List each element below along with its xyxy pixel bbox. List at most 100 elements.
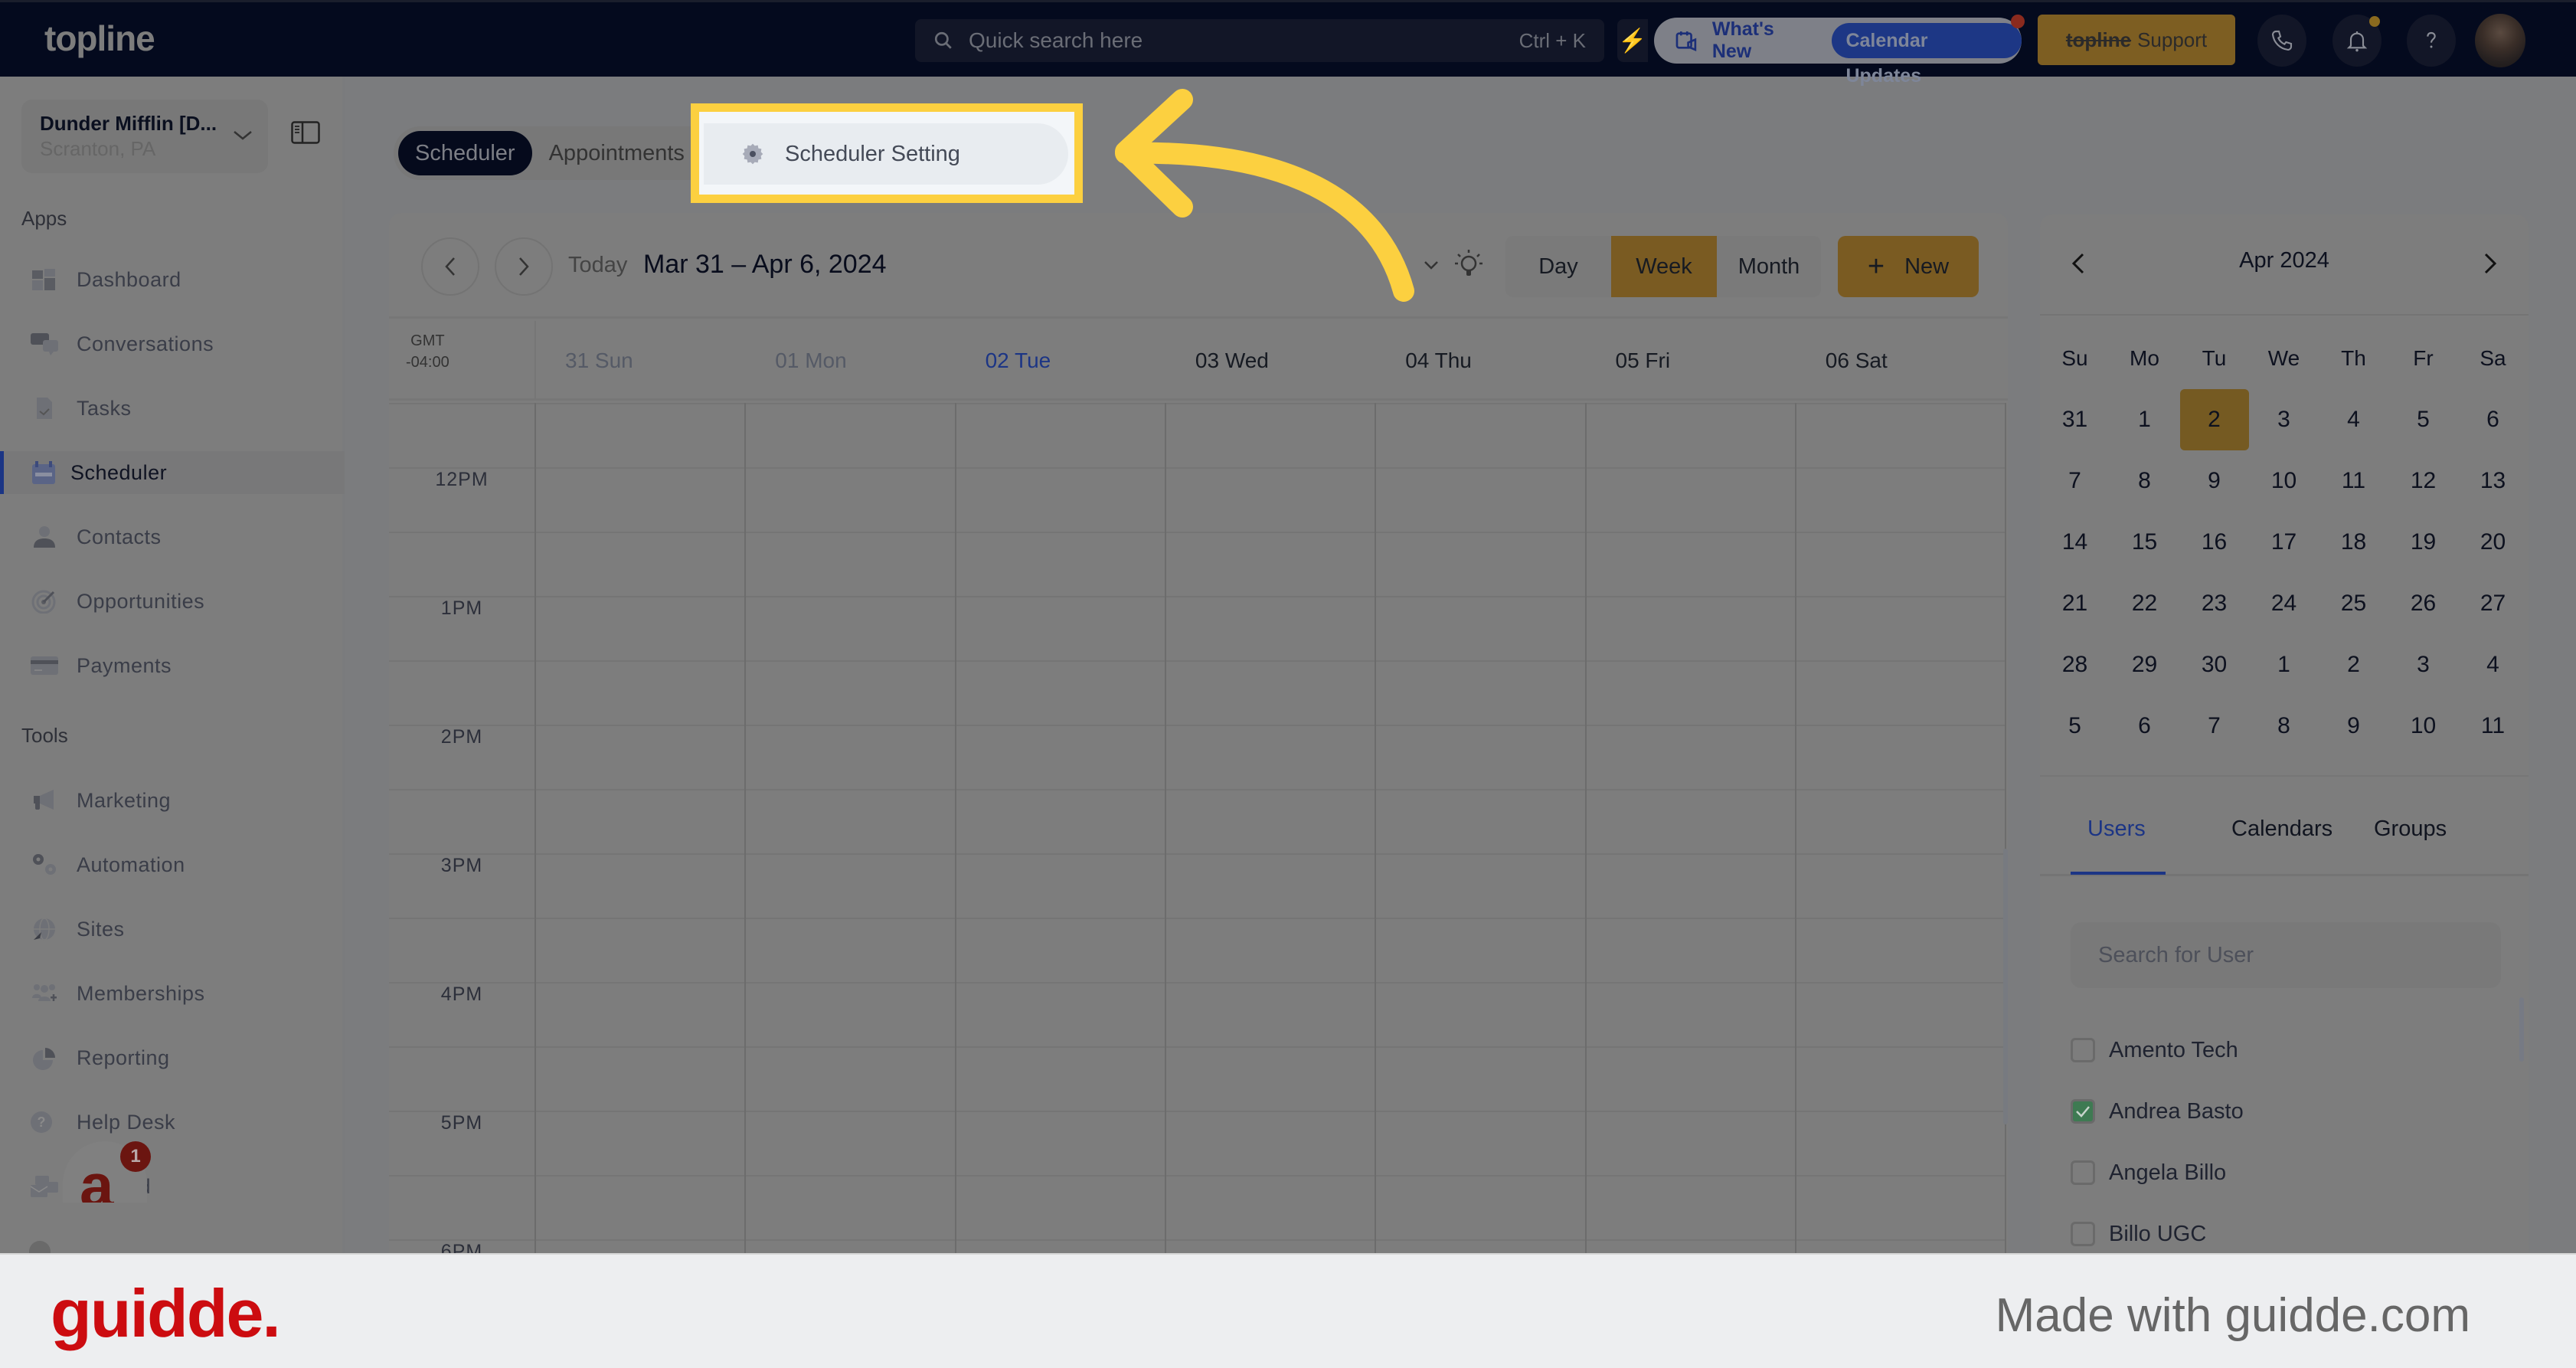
prev-week-button[interactable] [421,237,479,296]
date-cell[interactable]: 25 [2319,573,2388,634]
date-cell[interactable]: 13 [2458,450,2528,512]
date-cell[interactable]: 28 [2040,634,2110,695]
date-cell[interactable]: 8 [2110,450,2179,512]
chevron-down-icon[interactable] [1423,259,1440,271]
date-cell[interactable]: 6 [2458,389,2528,450]
date-cell[interactable]: 4 [2319,389,2388,450]
date-cell[interactable]: 23 [2179,573,2249,634]
sidebar-item-help-desk[interactable]: ? Help Desk [0,1101,345,1144]
chevron-right-icon[interactable] [2481,251,2499,276]
calendar-updates-pill[interactable]: Calendar Updates [1832,23,2022,87]
guidde-logo[interactable]: guidde. [51,1275,281,1353]
today-button[interactable]: Today [568,253,627,278]
date-cell[interactable]: 8 [2249,695,2319,757]
week-grid[interactable]: 12PM 1PM 2PM 3PM 4PM 5PM 6PM [389,403,2008,1255]
view-week-button[interactable]: Week [1611,236,1717,297]
date-cell[interactable]: 5 [2040,695,2110,757]
date-cell[interactable]: 10 [2249,450,2319,512]
user-checkbox[interactable] [2071,1038,2095,1062]
date-cell[interactable]: 11 [2319,450,2388,512]
user-list-item[interactable]: Andrea Basto [2071,1096,2244,1127]
support-button[interactable]: topline Support [2038,15,2235,65]
sidebar-item-marketing[interactable]: Marketing [0,779,345,822]
lightbulb-icon[interactable] [1453,248,1484,282]
sidebar-item-tasks[interactable]: Tasks [0,387,345,430]
day-header-6[interactable]: 06 Sat [1826,349,1888,373]
day-header-1[interactable]: 01 Mon [775,349,846,373]
user-search-input[interactable]: Search for User [2071,922,2501,988]
date-cell[interactable]: 24 [2249,573,2319,634]
user-list-item[interactable]: Amento Tech [2071,1035,2238,1065]
made-with-label[interactable]: Made with guidde.com [1996,1288,2470,1343]
tab-calendars[interactable]: Calendars [2231,817,2332,842]
date-cell[interactable]: 16 [2179,512,2249,573]
date-cell[interactable]: 4 [2458,634,2528,695]
sidebar-item-payments[interactable]: Payments [0,644,345,687]
next-week-button[interactable] [495,237,553,296]
date-cell[interactable]: 14 [2040,512,2110,573]
account-switcher[interactable]: Dunder Mifflin [D... Scranton, PA [21,100,268,173]
user-checkbox[interactable] [2071,1160,2095,1185]
date-cell[interactable]: 26 [2388,573,2458,634]
date-cell[interactable]: 3 [2388,634,2458,695]
user-list-item[interactable]: Angela Billo [2071,1157,2226,1188]
sidebar-item-reporting[interactable]: Reporting [0,1036,345,1079]
lightning-icon[interactable]: ⚡ [1617,19,1648,62]
date-cell[interactable]: 3 [2249,389,2319,450]
sidebar-item-dashboard[interactable]: Dashboard [0,258,345,301]
date-cell[interactable]: 17 [2249,512,2319,573]
day-header-5[interactable]: 05 Fri [1616,349,1671,373]
date-cell[interactable]: 30 [2179,634,2249,695]
date-cell[interactable]: 5 [2388,389,2458,450]
tab-scheduler[interactable]: Scheduler [398,131,532,175]
tab-users[interactable]: Users [2087,817,2146,842]
date-cell[interactable]: 6 [2110,695,2179,757]
day-header-4[interactable]: 04 Thu [1405,349,1472,373]
date-cell[interactable]: 18 [2319,512,2388,573]
notifications-button[interactable] [2332,15,2381,67]
user-list-scrollbar[interactable] [2519,997,2524,1062]
date-cell[interactable]: 11 [2458,695,2528,757]
date-cell[interactable]: 1 [2249,634,2319,695]
sidebar-item-mailfold[interactable]: Mailfold [0,1165,345,1208]
date-cell[interactable]: 20 [2458,512,2528,573]
phone-button[interactable] [2257,15,2306,67]
date-cell[interactable]: 27 [2458,573,2528,634]
date-cell[interactable]: 22 [2110,573,2179,634]
day-header-3[interactable]: 03 Wed [1195,349,1269,373]
quick-search-input[interactable]: Quick search here Ctrl + K [915,19,1604,62]
date-cell[interactable]: 1 [2110,389,2179,450]
sidebar-item-contacts[interactable]: Contacts [0,515,345,558]
date-cell[interactable]: 12 [2388,450,2458,512]
date-cell[interactable]: 9 [2319,695,2388,757]
user-checkbox[interactable] [2071,1099,2095,1124]
view-month-button[interactable]: Month [1717,236,1821,297]
scheduler-setting-button[interactable]: Scheduler Setting [704,123,1068,185]
sidebar-item-scheduler[interactable]: Scheduler [0,451,345,494]
date-cell[interactable]: 7 [2179,695,2249,757]
sidebar-item-sites[interactable]: Sites [0,908,345,951]
day-header-2[interactable]: 02 Tue [986,349,1051,373]
date-cell[interactable]: 21 [2040,573,2110,634]
whats-new-button[interactable]: What's New Calendar Updates [1654,15,2025,87]
sidebar-collapse-icon[interactable] [291,121,320,144]
sidebar-item-memberships[interactable]: Memberships [0,972,345,1015]
selected-date[interactable]: 2 [2179,389,2249,450]
sidebar-item-conversations[interactable]: Conversations [0,322,345,365]
date-cell[interactable]: 10 [2388,695,2458,757]
user-checkbox[interactable] [2071,1222,2095,1246]
date-cell[interactable]: 19 [2388,512,2458,573]
new-appointment-button[interactable]: + New [1838,236,1979,297]
tab-appointments[interactable]: Appointments [532,131,701,175]
help-button[interactable] [2407,15,2456,67]
sidebar-item-automation[interactable]: Automation [0,843,345,886]
view-day-button[interactable]: Day [1505,236,1611,297]
date-cell[interactable]: 29 [2110,634,2179,695]
date-cell[interactable]: 2 [2319,634,2388,695]
user-list-item[interactable]: Billo UGC [2071,1219,2206,1249]
sidebar-item-opportunities[interactable]: Opportunities [0,580,345,623]
app-logo[interactable]: topline [44,18,155,59]
day-header-0[interactable]: 31 Sun [565,349,633,373]
user-avatar[interactable] [2475,14,2525,67]
date-cell[interactable]: 31 [2040,389,2110,450]
